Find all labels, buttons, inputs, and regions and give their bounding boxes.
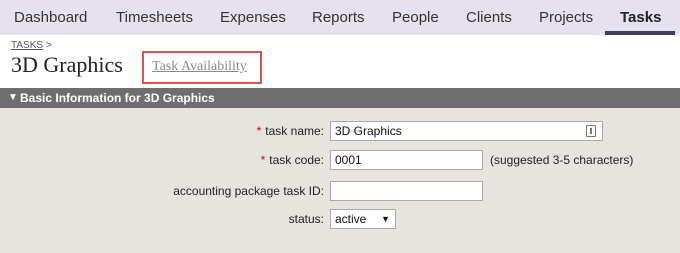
breadcrumb-separator: > (45, 40, 52, 51)
page-title: 3D Graphics (11, 52, 123, 77)
task-code-hint: (suggested 3-5 characters) (490, 153, 634, 167)
section-header-basic-info[interactable]: ▼ Basic Information for 3D Graphics (0, 88, 680, 108)
required-marker: * (256, 124, 262, 138)
status-select[interactable]: active ▼ (330, 209, 396, 229)
chevron-down-icon: ▼ (381, 214, 390, 224)
nav-projects[interactable]: Projects (539, 0, 593, 35)
task-availability-link[interactable]: Task Availability (152, 59, 247, 75)
nav-tasks[interactable]: Tasks (620, 0, 661, 35)
nav-clients[interactable]: Clients (466, 0, 512, 35)
task-code-input[interactable]: 0001 (330, 150, 483, 170)
accounting-id-label: accounting package task ID: (173, 184, 324, 198)
top-nav: Dashboard Timesheets Expenses Reports Pe… (0, 0, 680, 35)
nav-active-indicator (605, 31, 675, 35)
basic-info-form: * task name: 3D Graphics * task code: 0001… (0, 108, 680, 253)
nav-expenses[interactable]: Expenses (220, 0, 286, 35)
breadcrumb-tasks-link[interactable]: TASKS (11, 40, 43, 51)
breadcrumb: TASKS > (11, 40, 52, 51)
nav-timesheets[interactable]: Timesheets (116, 0, 193, 35)
required-marker: * (260, 153, 266, 167)
task-code-label: * task code: (260, 153, 324, 167)
status-label: status: (288, 212, 324, 226)
nav-people[interactable]: People (392, 0, 439, 35)
accounting-id-input[interactable] (330, 181, 483, 201)
task-name-input[interactable]: 3D Graphics (330, 121, 603, 141)
task-name-label: * task name: (256, 124, 324, 138)
nav-reports[interactable]: Reports (312, 0, 365, 35)
nav-dashboard[interactable]: Dashboard (14, 0, 87, 35)
collapse-triangle-icon[interactable]: ▼ (8, 88, 18, 108)
field-picker-icon[interactable] (586, 125, 596, 137)
section-title: Basic Information for 3D Graphics (20, 91, 215, 105)
